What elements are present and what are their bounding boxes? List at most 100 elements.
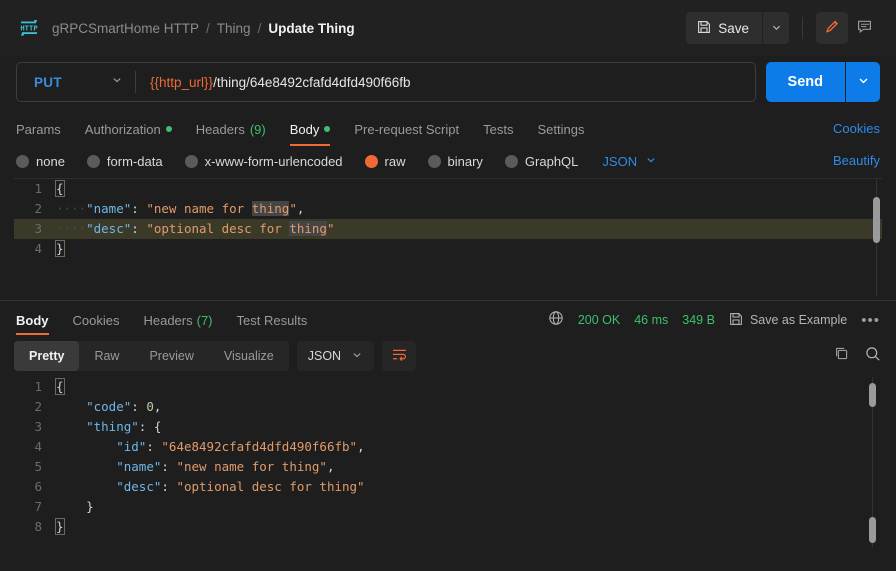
chevron-down-icon [771,21,782,36]
tab-body[interactable]: Body [289,112,331,146]
request-tabs-right: Cookies [833,120,880,138]
body-type-graphql-label: GraphQL [524,153,579,169]
view-mode-pretty[interactable]: Pretty [14,341,80,371]
body-type-row: none form-data x-www-form-urlencoded raw… [0,146,896,178]
cookies-link[interactable]: Cookies [833,121,880,136]
save-options-caret[interactable] [763,12,789,44]
http-method-selector[interactable]: PUT [17,63,135,101]
radio-icon [427,154,441,168]
radio-icon [184,154,198,168]
floppy-disk-icon [697,20,711,37]
body-type-binary[interactable]: binary [427,154,483,169]
line-number: 7 [34,499,42,514]
code-line-active: 3 ····"desc": "optional desc for thing" [14,219,882,239]
response-tab-body[interactable]: Body [16,301,49,339]
url-path: /thing/64e8492cfafd4dfd490f66fb [213,74,411,90]
save-as-example-button[interactable]: Save as Example [729,312,847,329]
body-type-urlencoded-label: x-www-form-urlencoded [204,153,343,169]
comment-icon [856,18,873,38]
response-tab-test-results[interactable]: Test Results [237,301,308,339]
tab-pre-request-script-label: Pre-request Script [354,121,460,137]
tab-pre-request-script[interactable]: Pre-request Script [354,112,459,146]
code-line: 2 ····"name": "new name for thing", [14,199,882,219]
body-type-form-data[interactable]: form-data [86,154,163,169]
code-line: 1 { [14,377,882,397]
url-input[interactable]: {{http_url}}/thing/64e8492cfafd4dfd490f6… [136,75,755,90]
app-header: HTTP gRPCSmartHome HTTP / Thing / Update… [0,0,896,56]
view-mode-preview[interactable]: Preview [134,341,208,371]
url-variable: {{http_url}} [150,74,214,90]
code-line: 4 "id": "64e8492cfafd4dfd490f66fb", [14,437,882,457]
header-actions: Save [686,12,880,44]
response-size: 349 B [682,313,715,327]
save-as-example-label: Save as Example [749,313,848,327]
response-body-viewer[interactable]: 1 { 2 "code": 0, 3 "thing": { 4 "id": "6… [14,377,882,547]
response-tab-test-results-label: Test Results [236,312,308,328]
body-type-graphql[interactable]: GraphQL [504,153,579,169]
raw-format-selector[interactable]: JSON [602,154,657,169]
response-tab-cookies-label: Cookies [72,312,120,328]
breadcrumb-request[interactable]: Update Thing [268,21,354,36]
tab-settings[interactable]: Settings [537,112,584,146]
tab-tests[interactable]: Tests [483,112,513,146]
request-editor-scrollbar[interactable] [873,197,880,243]
url-bar-row: PUT {{http_url}}/thing/64e8492cfafd4dfd4… [0,56,896,112]
code-line-text: "code": 0, [86,399,162,414]
status-dot-icon [165,126,172,132]
breadcrumb: gRPCSmartHome HTTP / Thing / Update Thin… [52,21,355,36]
body-type-none[interactable]: none [16,154,65,169]
body-type-urlencoded[interactable]: x-www-form-urlencoded [184,153,343,169]
breadcrumb-folder[interactable]: Thing [217,21,251,36]
line-number: 4 [34,241,42,256]
response-tab-headers-count: (7) [196,312,213,328]
pencil-icon [824,18,841,38]
tab-headers[interactable]: Headers (9) [196,112,266,146]
breadcrumb-separator: / [206,20,210,36]
code-line: 4 } [14,239,882,259]
chevron-down-icon [645,154,657,169]
response-tab-headers[interactable]: Headers (7) [143,301,212,339]
radio-icon [504,154,518,168]
ellipsis-icon[interactable]: ••• [861,312,880,329]
request-body-editor[interactable]: 1 { 2 ····"name": "new name for thing", … [14,178,882,296]
response-time: 46 ms [634,313,669,327]
word-wrap-button[interactable] [382,341,417,371]
response-scrollbar-top[interactable] [869,383,876,407]
view-mode-raw[interactable]: Raw [79,341,134,371]
view-mode-visualize[interactable]: Visualize [209,341,289,371]
response-format-selector[interactable]: JSON [296,341,375,371]
copy-icon[interactable] [833,345,850,367]
breadcrumb-collection[interactable]: gRPCSmartHome HTTP [52,21,199,36]
response-tab-cookies[interactable]: Cookies [73,301,120,339]
body-type-none-label: none [36,153,65,169]
code-line-text: "desc": "optional desc for thing" [116,479,365,494]
save-button[interactable]: Save [686,12,762,44]
chevron-down-icon [857,74,870,90]
word-wrap-icon [391,347,408,365]
code-line-text: "name": "new name for thing", [116,459,335,474]
body-type-raw[interactable]: raw [364,153,406,169]
line-number: 1 [34,181,42,196]
send-button[interactable]: Send [765,62,845,102]
search-icon[interactable] [864,345,882,368]
edit-request-button[interactable] [816,12,848,44]
beautify-link[interactable]: Beautify [833,153,880,168]
tab-params[interactable]: Params [16,112,61,146]
comments-button[interactable] [848,12,880,44]
send-options-caret[interactable] [846,62,880,102]
response-scrollbar-bottom[interactable] [869,517,876,543]
line-number: 2 [34,201,42,216]
http-method-label: PUT [34,74,62,90]
status-dot-icon [324,126,331,132]
response-view-toolbar: Pretty Raw Preview Visualize JSON [0,339,896,377]
globe-icon[interactable] [548,310,564,331]
code-line: 2 "code": 0, [14,397,882,417]
header-divider [802,17,803,39]
http-logo-icon: HTTP [18,17,40,39]
body-type-raw-label: raw [384,153,406,169]
radio-icon [86,154,100,168]
code-line: 1 { [14,179,882,199]
response-view-modes: Pretty Raw Preview Visualize [14,341,289,371]
tab-headers-count: (9) [249,121,266,137]
tab-authorization[interactable]: Authorization [85,112,172,146]
